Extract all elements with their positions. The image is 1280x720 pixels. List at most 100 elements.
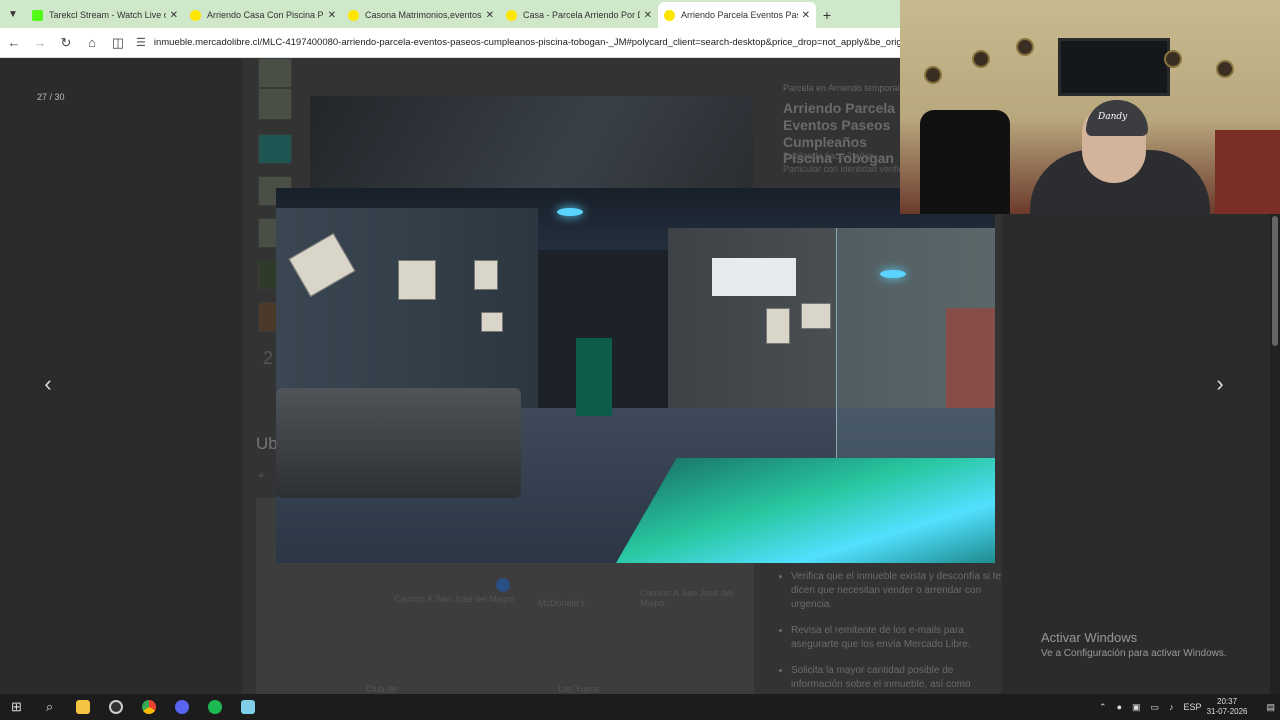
notepad-icon[interactable] [231, 694, 264, 720]
scrollbar-thumb[interactable] [1272, 216, 1278, 346]
photo-wall-art [481, 312, 503, 332]
clock[interactable]: 20:37 31-07-2026 [1207, 697, 1248, 716]
webcam-wall-painting [1058, 38, 1170, 96]
main-photo-background [310, 96, 753, 191]
tab-close-icon[interactable]: ✕ [328, 10, 336, 21]
webcam-wall-plate [1016, 38, 1034, 56]
lightbox-photo [276, 188, 995, 563]
tab-1[interactable]: Arriendo Casa Con Piscina Para ✕ [184, 2, 342, 28]
network-icon[interactable]: ▭ [1151, 702, 1160, 713]
screen: ▼ Tarekcl Stream - Watch Live on ✕ Arrie… [0, 0, 1280, 720]
back-arrow-icon[interactable]: ← [2, 31, 26, 55]
gallery-counter: 27 / 30 [37, 92, 65, 102]
activate-windows-watermark: Activar Windows Ve a Configuración para … [1041, 630, 1227, 659]
map-label: Camino A San José del Maipo [394, 594, 515, 604]
file-explorer-icon[interactable] [66, 694, 99, 720]
gallery-thumbnail[interactable] [258, 88, 292, 120]
photo-glass-partition [836, 228, 995, 458]
webcam-wall-plate [1164, 50, 1182, 68]
reload-icon[interactable]: ↻ [54, 31, 78, 55]
chevron-right-icon: › [1216, 371, 1224, 396]
url-field[interactable]: ☰ inmueble.mercadolibre.cl/MLC-419740008… [136, 32, 900, 54]
tray-app-icon[interactable]: ▣ [1132, 702, 1141, 713]
safety-tip: Solicita la mayor cantidad posible de in… [791, 664, 1003, 692]
webcam-wall-plate [1216, 60, 1234, 78]
site-info-icon[interactable]: ☰ [136, 36, 146, 49]
map-label: Los Yuyos [558, 684, 600, 694]
cap-logo: Dandy [1098, 112, 1128, 122]
discord-icon[interactable] [165, 694, 198, 720]
tab-close-icon[interactable]: ✕ [802, 10, 810, 21]
notifications-icon[interactable]: ▤ [1266, 702, 1275, 713]
photo-ceiling-light [880, 270, 906, 278]
map-label: McDonald's [538, 598, 585, 608]
next-photo-button[interactable]: › [1204, 368, 1236, 400]
watermark-subtitle: Ve a Configuración para activar Windows. [1041, 648, 1227, 659]
webcam-cap: Dandy [1086, 100, 1148, 136]
start-windows-icon[interactable]: ⊞ [0, 694, 33, 720]
webcam-red-sofa [1215, 130, 1280, 214]
tab-close-icon[interactable]: ✕ [644, 10, 652, 21]
tab-title: Casona Matrimonios,eventos, L [365, 10, 482, 20]
watermark-title: Activar Windows [1041, 630, 1138, 645]
chevron-left-icon: ‹ [44, 371, 52, 396]
published-date: Publicado hace 2 años [783, 151, 875, 161]
seller-type: Particular con identidad verificada [783, 163, 919, 174]
tab-title: Arriendo Parcela Eventos Paseo [681, 10, 798, 20]
mercadolibre-favicon-icon [348, 9, 359, 21]
tab-bar: ▼ Tarekcl Stream - Watch Live on ✕ Arrie… [0, 0, 900, 28]
map-pin-icon [496, 578, 510, 592]
microphone-icon[interactable]: ● [1117, 702, 1122, 712]
mercadolibre-favicon-icon [664, 9, 675, 21]
forward-arrow-icon[interactable]: → [28, 31, 52, 55]
tab-close-icon[interactable]: ✕ [170, 10, 178, 21]
system-tray: ⌃ ● ▣ ▭ ♪ ESP 20:37 31-07-2026 ▤ [1094, 694, 1280, 720]
tab-3[interactable]: Casa - Parcela Arriendo Por Día ✕ [500, 2, 658, 28]
chrome-icon[interactable] [132, 694, 165, 720]
previous-photo-button[interactable]: ‹ [32, 368, 64, 400]
tab-close-icon[interactable]: ✕ [486, 10, 494, 21]
listing-meta: Publicado hace 2 años Particular con ide… [783, 150, 918, 175]
tab-0[interactable]: Tarekcl Stream - Watch Live on ✕ [26, 2, 184, 28]
tab-4-active[interactable]: Arriendo Parcela Eventos Paseo ✕ [658, 2, 816, 28]
tab-2[interactable]: Casona Matrimonios,eventos, L ✕ [342, 2, 500, 28]
map-label: Club de [366, 684, 398, 694]
home-icon[interactable]: ⌂ [80, 31, 104, 55]
webcam-wall-plate [972, 50, 990, 68]
webcam-wall-plate [924, 66, 942, 84]
photo-wall-art [474, 260, 498, 290]
obs-icon[interactable] [99, 694, 132, 720]
photo-bar-counter [576, 338, 612, 416]
volume-icon[interactable]: ♪ [1169, 702, 1174, 712]
tab-title: Casa - Parcela Arriendo Por Día [523, 10, 640, 20]
new-tab-button[interactable]: + [816, 2, 838, 28]
taskbar: ⊞ ⌕ ⌃ ● ▣ ▭ ♪ ESP 20:37 31-07-2026 ▤ [0, 694, 1280, 720]
side-panel-icon[interactable]: ◫ [106, 31, 130, 55]
search-icon[interactable]: ⌕ [33, 694, 66, 720]
tab-title: Tarekcl Stream - Watch Live on [49, 10, 166, 20]
address-bar: ← → ↻ ⌂ ◫ ☰ inmueble.mercadolibre.cl/MLC… [0, 28, 900, 58]
photo-led-dance-floor [616, 458, 995, 563]
photo-wall-art [766, 308, 790, 344]
spotify-icon[interactable] [198, 694, 231, 720]
url-text: inmueble.mercadolibre.cl/MLC-4197400080-… [153, 37, 900, 48]
more-thumbnails-count[interactable]: 2 [263, 348, 273, 369]
photo-air-conditioner [712, 258, 796, 296]
gallery-thumbnail[interactable] [258, 58, 292, 88]
tab-search-chevron-icon[interactable]: ▼ [0, 0, 26, 28]
safety-tips: Verifica que el inmueble exista y descon… [783, 570, 1003, 694]
location-pin-icon: ⌖ [258, 468, 265, 482]
photo-wall-art [801, 303, 831, 329]
kick-favicon-icon [32, 9, 43, 21]
tray-overflow-icon[interactable]: ⌃ [1099, 702, 1107, 713]
mercadolibre-favicon-icon [190, 9, 201, 21]
page-scrollbar[interactable] [1270, 214, 1280, 694]
tab-title: Arriendo Casa Con Piscina Para [207, 10, 324, 20]
photo-wall-art [398, 260, 436, 300]
clock-date: 31-07-2026 [1206, 707, 1248, 716]
language-indicator[interactable]: ESP [1184, 702, 1202, 712]
gallery-thumbnail[interactable] [258, 134, 292, 164]
mercadolibre-favicon-icon [506, 9, 517, 21]
webcam-recliner [920, 110, 1010, 214]
webcam-overlay: Dandy [900, 0, 1280, 214]
